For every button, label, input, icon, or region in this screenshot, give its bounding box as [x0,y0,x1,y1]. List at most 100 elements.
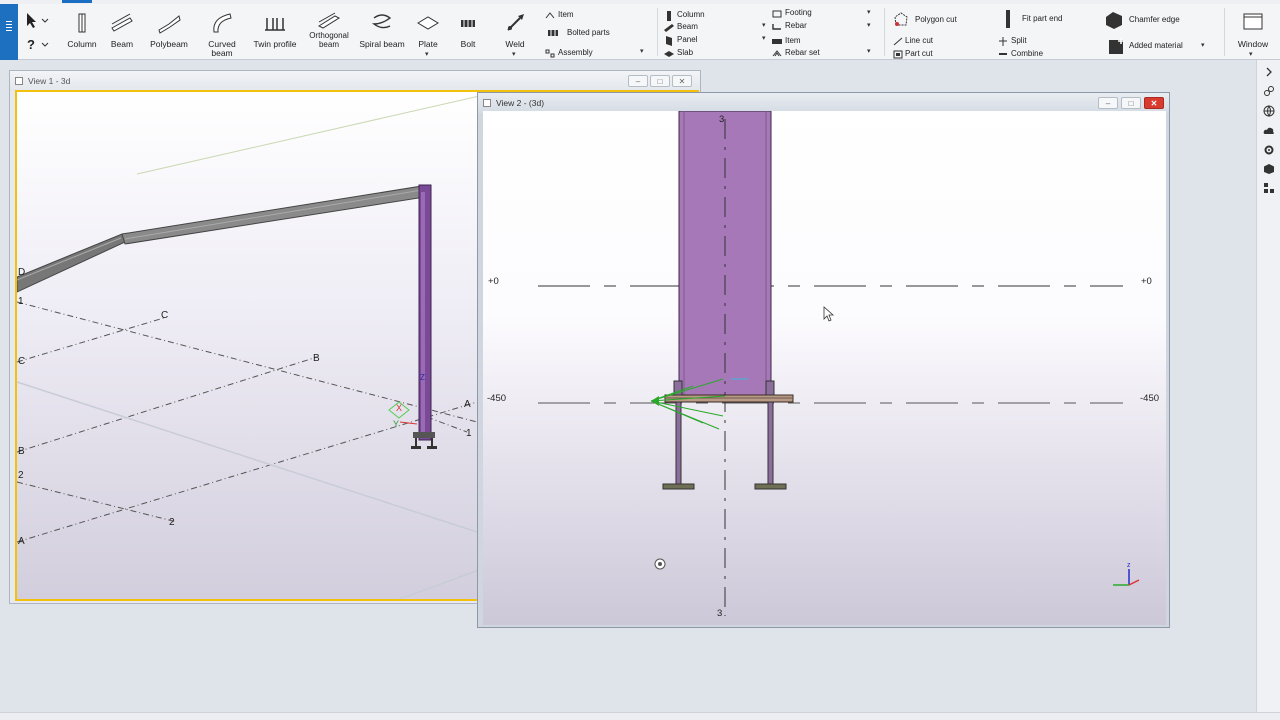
cube-icon[interactable] [1263,163,1275,175]
combine-label: Combine [1011,49,1044,58]
grid-label-C: C [18,356,26,367]
twin-profile-icon [265,18,285,31]
rebar-set-dropdown-icon[interactable]: ▾ [867,47,871,55]
rebar-dropdown-icon[interactable]: ▾ [867,21,871,29]
maximize-icon: □ [657,77,663,86]
grid-label-D: D [18,267,26,278]
cloud-icon[interactable] [1263,125,1275,137]
grid-label-B: B [313,353,320,364]
window-icon [1243,13,1263,30]
view-icon [483,99,491,107]
concrete-beam-icon [664,24,674,32]
beam-button[interactable]: Beam [104,10,140,56]
concrete-column-label: Column [677,10,705,19]
assembly-icon [545,49,555,58]
steel-group-dropdown-icon[interactable]: ▾ [640,47,644,55]
maximize-button[interactable]: □ [1121,97,1141,109]
spiral-beam-button[interactable]: Spiral beam [358,10,406,56]
twin-profile-button[interactable]: Twin profile [252,10,298,56]
spiral-beam-label: Spiral beam [359,39,405,49]
split-icon [999,37,1007,46]
beam-label: Beam [110,39,134,49]
rebar-label: Rebar [785,21,807,30]
curved-beam-button[interactable]: Curved beam [198,10,246,58]
fit-part-end-label: Fit part end [1022,14,1063,23]
close-button[interactable]: ✕ [1144,97,1164,109]
view-2-title: View 2 - (3d) [496,98,545,108]
level-label-right: +0 [1141,276,1152,287]
axis-x-label: X [396,403,403,413]
added-material-dropdown-icon[interactable]: ▾ [1201,41,1205,49]
view-1-titlebar[interactable]: View 1 - 3d – □ ✕ [10,71,700,91]
concrete-item-label: Item [785,36,801,45]
concrete-beam-dropdown-icon[interactable]: ▾ [762,21,766,29]
weld-dropdown-icon[interactable]: ▾ [512,50,516,58]
polygon-cut-label: Polygon cut [915,15,957,24]
line-cut-icon [893,37,903,46]
bolt-button[interactable]: Bolt [452,10,484,56]
column-label: Column [67,39,97,49]
plate-button[interactable]: Plate ▾ [412,10,444,58]
chamfer-edge-icon [1106,12,1122,29]
concrete-beam-label: Beam [677,22,698,31]
orthogonal-beam-button[interactable]: Orthogonal beam [304,10,354,56]
components-icon[interactable] [1263,182,1275,194]
level-label-left: +0 [488,276,499,287]
bolt-icon [461,20,475,27]
chevron-right-icon[interactable] [1263,66,1275,78]
axis-y-label: Y [393,419,400,429]
line-cut-label: Line cut [905,36,934,45]
panel-dropdown-icon[interactable]: ▾ [762,34,766,42]
steel-item-label: Item [558,10,574,19]
maximize-button[interactable]: □ [650,75,670,87]
window-dropdown-icon[interactable]: ▾ [1249,50,1253,58]
link-icon[interactable] [1263,85,1275,97]
footing-dropdown-icon[interactable]: ▾ [867,8,871,16]
help-pointer-icon: ? [27,37,49,52]
status-bar [0,712,1280,720]
rebar-set-label: Rebar set [785,48,820,57]
polygon-cut-icon [894,12,908,26]
ribbon-separator [884,8,885,56]
active-tab-indicator [62,0,92,3]
view-2-titlebar[interactable]: View 2 - (3d) – □ ✕ [478,93,1169,113]
spiral-beam-icon [371,14,392,29]
beam-icon [111,13,133,32]
grid-label-2: 2 [169,517,175,528]
help-tool-button[interactable]: ? [24,36,50,56]
app-menu-button[interactable] [0,4,18,60]
grid-label-top: 3 [719,114,725,125]
bolted-parts-icon [548,30,558,36]
gear-icon[interactable] [1263,144,1275,156]
minimize-button[interactable]: – [1098,97,1118,109]
bolted-parts-label: Bolted parts [567,28,610,37]
side-panel-bar [1256,60,1280,712]
column-button[interactable]: Column [64,10,100,56]
globe-icon[interactable] [1263,105,1275,117]
weld-button[interactable]: Weld ▾ [498,10,532,58]
view-2-window[interactable]: View 2 - (3d) – □ ✕ z 3 3 +0 +0 -450 -45… [477,92,1170,628]
ribbon-separator [657,8,658,56]
twin-profile-label: Twin profile [253,39,297,49]
column-icon [78,13,86,33]
part-cut-icon [893,50,903,59]
select-tool-button[interactable] [24,12,50,32]
minimize-button[interactable]: – [628,75,648,87]
orthogonal-beam-icon [317,12,341,29]
rebar-icon [772,24,781,30]
added-material-label: Added material [1129,41,1183,50]
pointer-icon [27,13,49,28]
footing-label: Footing [785,8,812,17]
close-button[interactable]: ✕ [672,75,692,87]
weld-icon [507,14,524,31]
grid-label-A: A [464,399,471,410]
grid-label-1: 1 [18,296,24,307]
concrete-item-icon [772,39,782,44]
level-label-right: -450 [1140,393,1160,404]
plate-dropdown-icon[interactable]: ▾ [425,50,429,58]
view-2-canvas[interactable]: z 3 3 +0 +0 -450 -450 [483,111,1166,625]
window-button[interactable]: Window ▾ [1234,10,1272,58]
grid-label-1: 1 [466,428,472,439]
grid-label-A: A [18,536,25,547]
polybeam-button[interactable]: Polybeam [148,10,190,56]
